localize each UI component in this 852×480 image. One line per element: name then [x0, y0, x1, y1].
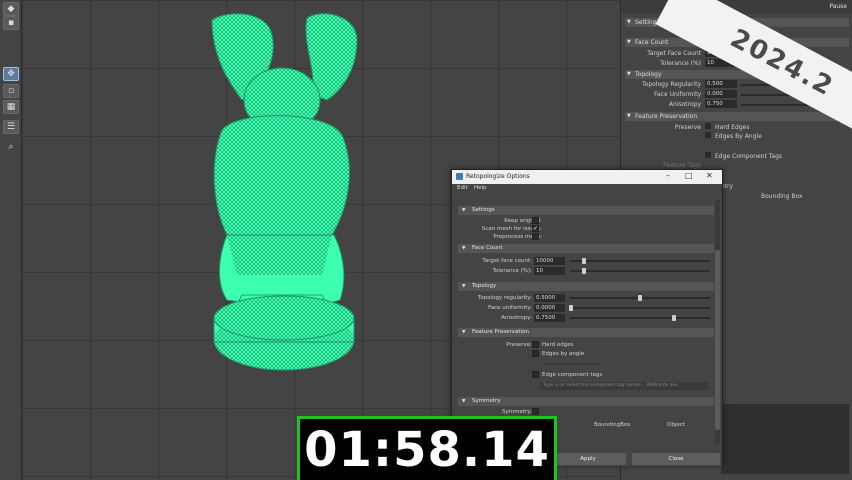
tolerance-slider[interactable]	[570, 270, 710, 272]
target-face-count-field[interactable]: 10000	[534, 257, 565, 265]
ae-hard-edges-checkbox[interactable]	[705, 123, 711, 129]
timer-overlay: 01:58.14	[297, 416, 557, 480]
ae-feature-tags-label: Feature Tags	[663, 162, 701, 169]
target-face-count-label: Target face count:	[482, 258, 532, 264]
preserve-label: Preserve:	[506, 342, 532, 348]
edge-component-tags-label: Edge component tags	[542, 372, 603, 378]
ae-dark-area	[721, 404, 849, 474]
lasso-tool-icon[interactable]: ▪	[3, 16, 19, 30]
ae-edge-component-tags-checkbox[interactable]	[705, 152, 711, 158]
close-icon[interactable]: ✕	[706, 171, 713, 180]
move-tool-icon[interactable]: ✥	[3, 67, 19, 81]
dialog-menu-bar: Edit Help	[452, 184, 722, 194]
component-tags-field[interactable]: Type in or select the component tag name…	[540, 382, 708, 390]
ae-tolerance-label: Tolerance (%)	[660, 60, 701, 67]
hard-edges-label: Hard edges	[542, 342, 574, 348]
ae-bounding-box-label: Bounding Box	[761, 193, 803, 200]
anisotropy-slider[interactable]	[570, 317, 710, 319]
pause-label[interactable]: Pause	[829, 3, 847, 10]
target-face-count-slider[interactable]	[570, 260, 710, 262]
search-icon[interactable]: ⌕	[3, 141, 19, 155]
layout-single-icon[interactable]: ▫	[3, 84, 19, 98]
dialog-scroll-thumb[interactable]	[715, 250, 720, 430]
ae-anisotropy-field[interactable]: 0.750	[705, 100, 737, 108]
outliner-icon[interactable]: ☰	[3, 120, 19, 134]
topology-regularity-field[interactable]: 0.5000	[534, 294, 565, 302]
face-uniformity-label: Face uniformity:	[488, 305, 532, 311]
face-uniformity-knob[interactable]	[569, 305, 573, 311]
scan-mesh-checkbox[interactable]: ✓	[532, 225, 539, 232]
dialog-title-bar[interactable]: Retopologize Options – □ ✕	[452, 170, 722, 184]
anisotropy-label: Anisotropy:	[501, 315, 532, 321]
topology-regularity-knob[interactable]	[638, 295, 642, 301]
select-tool-icon[interactable]: ◆	[3, 2, 19, 16]
bounding-box-label: BoundingBox	[594, 422, 631, 428]
preprocess-mesh-label: Preprocess mesh:	[493, 234, 542, 240]
layout-four-icon[interactable]: ▦	[3, 100, 19, 114]
minimize-icon[interactable]: –	[666, 171, 670, 180]
maximize-icon[interactable]: □	[685, 171, 693, 180]
left-toolbar: ◆ ▪ ✥ ▫ ▦ ☰ ⌕	[0, 0, 22, 480]
tolerance-knob[interactable]	[582, 268, 586, 274]
ae-preserve-label: Preserve	[674, 124, 701, 131]
symmetry-label: Symmetry:	[502, 409, 532, 415]
anisotropy-field[interactable]: 0.7500	[534, 314, 565, 322]
symmetry-checkbox[interactable]	[532, 408, 539, 415]
edge-component-tags-checkbox[interactable]	[532, 371, 539, 378]
ae-edges-by-angle-label: Edges By Angle	[715, 133, 762, 140]
section-symmetry[interactable]: Symmetry	[458, 397, 714, 406]
dialog-title: Retopologize Options	[466, 173, 530, 180]
keep-original-checkbox[interactable]	[532, 217, 539, 224]
section-face-count[interactable]: Face Count	[458, 244, 714, 253]
ae-face-uniformity-label: Face Uniformity	[654, 91, 701, 98]
dialog-body: Settings Keep original: Scan mesh for is…	[452, 194, 722, 448]
ae-target-face-count-label: Target Face Count	[647, 50, 701, 57]
face-uniformity-field[interactable]: 0.0000	[534, 304, 565, 312]
ae-edges-by-angle-checkbox[interactable]	[705, 132, 711, 138]
section-settings[interactable]: Settings	[458, 206, 714, 215]
edges-by-angle-label: Edges by angle	[542, 351, 585, 357]
tolerance-label: Tolerance (%):	[492, 268, 532, 274]
keep-original-label: Keep original:	[504, 218, 542, 224]
timer-text: 01:58.14	[304, 421, 550, 478]
anisotropy-knob[interactable]	[672, 315, 676, 321]
ae-face-uniformity-field[interactable]: 0.000	[705, 90, 737, 98]
menu-help[interactable]: Help	[474, 185, 487, 191]
angle-slider[interactable]	[542, 363, 602, 365]
preprocess-mesh-checkbox[interactable]	[532, 233, 539, 240]
ae-topology-regularity-label: Topology Regularity	[642, 81, 701, 88]
ae-section-feature-preservation[interactable]: Feature Preservation	[625, 112, 849, 121]
section-topology[interactable]: Topology	[458, 282, 714, 291]
ae-hard-edges-label: Hard Edges	[715, 124, 750, 131]
face-uniformity-slider[interactable]	[570, 307, 710, 309]
ae-symmetry-label: etry	[721, 183, 734, 190]
scan-mesh-label: Scan mesh for issues:	[481, 226, 542, 232]
ae-anisotropy-label: Anisotropy	[668, 101, 701, 108]
menu-edit[interactable]: Edit	[457, 185, 468, 191]
ae-edge-component-tags-label: Edge Component Tags	[715, 153, 783, 160]
tolerance-field[interactable]: 10	[534, 267, 565, 275]
topology-regularity-label: Topology regularity:	[477, 295, 532, 301]
section-feature-preservation[interactable]: Feature Preservation	[458, 328, 714, 337]
object-label: Object	[667, 422, 685, 428]
hard-edges-checkbox[interactable]	[532, 341, 539, 348]
maya-app-icon	[456, 173, 463, 180]
ae-topology-regularity-field[interactable]: 0.500	[705, 80, 737, 88]
target-face-count-knob[interactable]	[582, 258, 586, 264]
edges-by-angle-checkbox[interactable]	[532, 350, 539, 357]
apply-button[interactable]: Apply	[550, 453, 626, 465]
close-button[interactable]: Close	[632, 453, 720, 465]
